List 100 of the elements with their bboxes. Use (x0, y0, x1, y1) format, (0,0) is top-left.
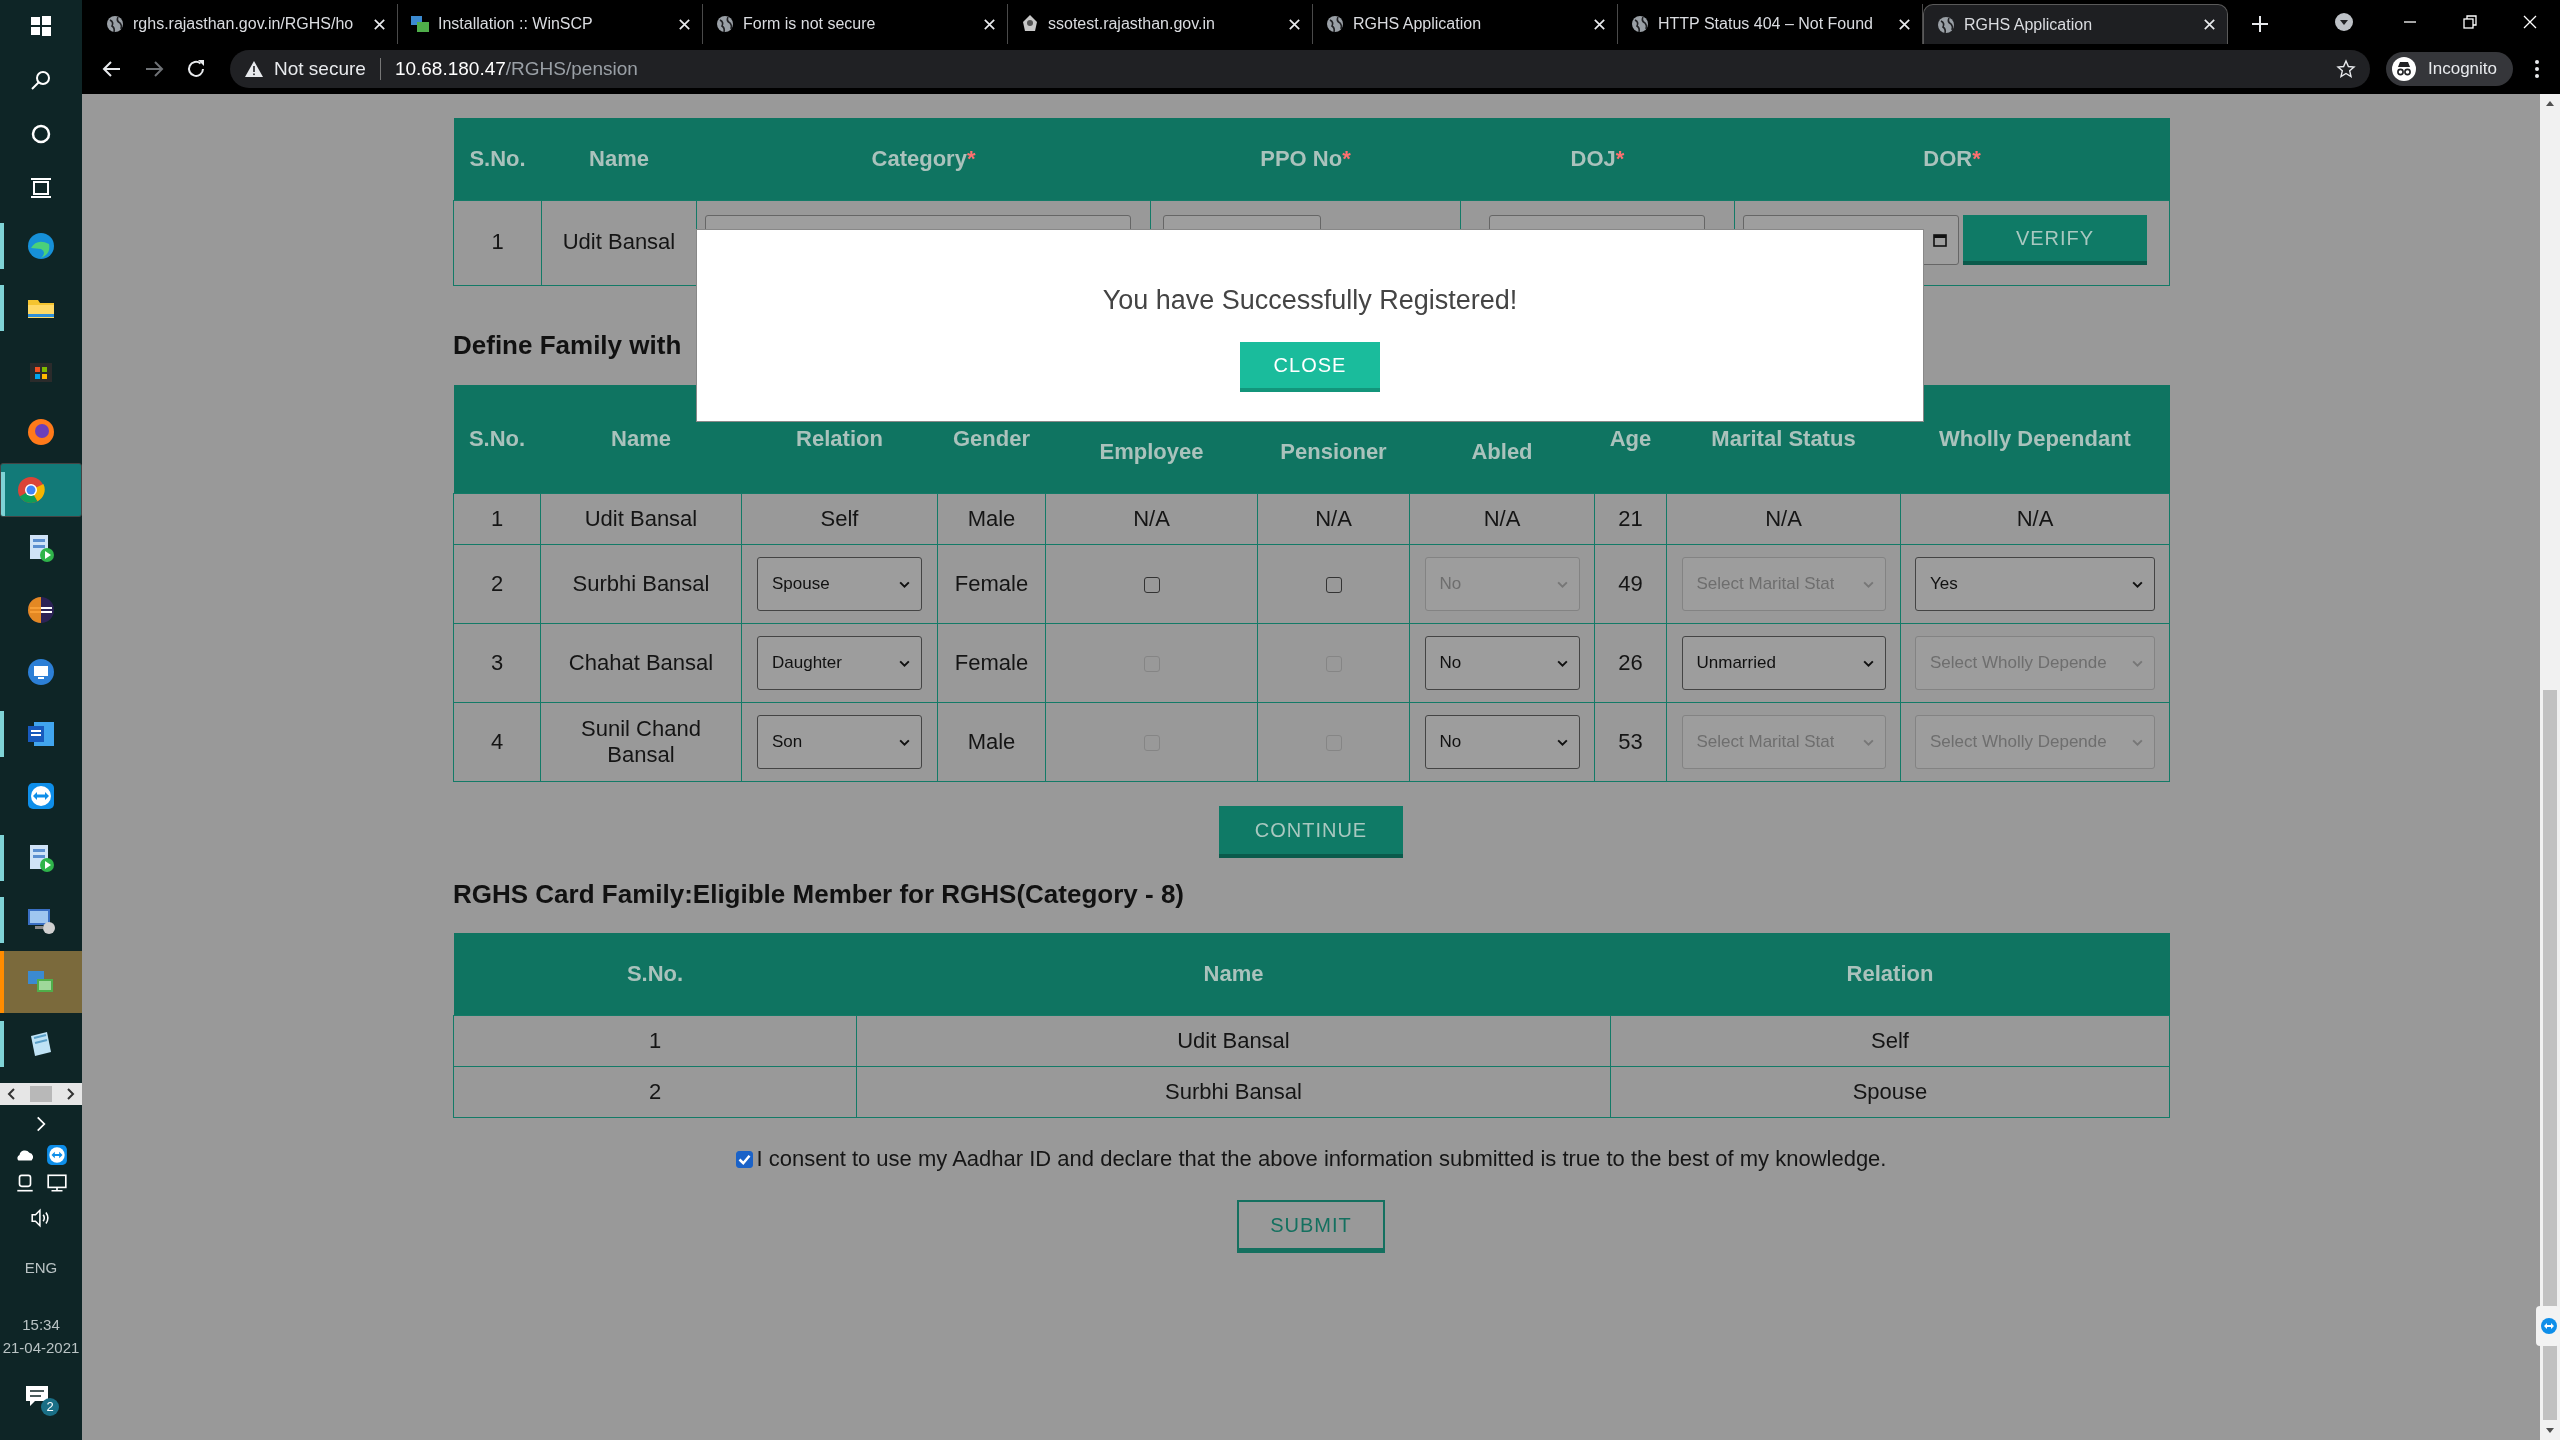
close-icon[interactable] (372, 16, 387, 32)
column-header: Wholly Dependant (1939, 426, 2131, 451)
table-cell: Male (937, 493, 1046, 545)
scrollbar-drawing[interactable] (0, 1083, 82, 1105)
table-cell: Surbhi Bansal (540, 544, 742, 624)
star-icon[interactable] (2336, 59, 2356, 79)
table-cell: 4 (453, 702, 541, 782)
column-header: Gender (953, 426, 1030, 451)
table-cell: Chahat Bansal (540, 623, 742, 703)
dropdown[interactable]: Spouse (757, 557, 922, 611)
column-header: Pensioner (1280, 438, 1387, 465)
search-icon[interactable] (29, 68, 53, 92)
checkbox[interactable] (1325, 577, 1342, 594)
column-header: DOR* (1734, 118, 2170, 201)
column-header: Name (541, 118, 697, 201)
calendar-icon (1932, 232, 1948, 248)
clock-date[interactable]: 21-04-2021 (2, 1339, 80, 1356)
close-icon[interactable] (677, 16, 692, 32)
profile-button[interactable]: Incognito (2386, 52, 2513, 86)
table-cell: 3 (453, 623, 541, 703)
browser-tab[interactable]: RGHS Application (1923, 4, 2228, 44)
dropdown[interactable]: Unmarried (1681, 636, 1886, 690)
table-cell: 21 (1594, 493, 1667, 545)
dropdown[interactable]: Yes (1915, 557, 2155, 611)
table-cell: Self (741, 493, 938, 545)
dropdown[interactable]: Son (757, 715, 922, 769)
column-header: DOJ* (1460, 118, 1735, 201)
globe-icon (105, 14, 125, 34)
table-cell: 49 (1594, 544, 1667, 624)
scrollbar[interactable] (2540, 94, 2560, 1440)
column-header: Relation (1610, 933, 2170, 1016)
table-cell: Udit Bansal (856, 1015, 1611, 1067)
table-cell: 26 (1594, 623, 1667, 703)
column-header: Age (1609, 426, 1652, 451)
consent-text: I consent to use my Aadhar ID and declare that the above information submitted is true to the best of my knowledge. (756, 1146, 1887, 1172)
browser-icon (25, 230, 57, 262)
table-cell: Female (937, 623, 1046, 703)
close-icon[interactable] (1287, 16, 1302, 32)
url-text: 10.68.180.47/RGHS/pension (394, 58, 638, 80)
task-view-icon[interactable] (29, 176, 53, 200)
table-cell: Female (937, 544, 1046, 624)
column-header: S.No. (453, 933, 857, 1016)
table-cell: N/A (1045, 493, 1258, 545)
table-cell: 1 (453, 200, 542, 286)
column-header: Relation (796, 426, 883, 451)
table-cell: N/A (1257, 493, 1410, 545)
security-label[interactable]: Not secure (274, 58, 366, 80)
clock-time[interactable]: 15:34 (22, 1316, 60, 1333)
checkbox[interactable] (1143, 577, 1160, 594)
dialog-message: You have Successfully Registered! (1102, 284, 1518, 316)
fox-browser-icon (25, 416, 57, 448)
column-header: S.No. (468, 426, 526, 451)
column-header: PPO No* (1150, 118, 1461, 201)
checkbox[interactable] (735, 1150, 753, 1168)
table-cell: 1 (453, 493, 541, 545)
menu-icon[interactable] (2533, 57, 2541, 81)
volume-icon[interactable] (30, 1207, 52, 1229)
section-heading: RGHS Card Family:Eligible Member for RGHS(Category - 8) (453, 878, 1185, 911)
section-heading: Define Family with (453, 329, 683, 362)
dropdown-icon[interactable] (2334, 12, 2354, 32)
globe-icon (1325, 14, 1345, 34)
restore-icon[interactable] (2460, 12, 2480, 32)
device-icon[interactable] (14, 1172, 36, 1194)
column-header: Name (856, 933, 1611, 1016)
address-bar[interactable]: Not secure 10.68.180.47/RGHS/pension (230, 50, 2370, 88)
close-icon[interactable] (982, 16, 997, 32)
table-cell: Udit Bansal (540, 493, 742, 545)
table-cell: N/A (1666, 493, 1901, 545)
dropdown[interactable]: No (1424, 636, 1580, 690)
round-browser-icon (15, 474, 47, 506)
table-cell: Surbhi Bansal (856, 1066, 1611, 1118)
column-header: Abled (1471, 438, 1533, 465)
notification-badge: 2 (41, 1398, 59, 1416)
double-arrow-icon[interactable] (46, 1144, 68, 1166)
column-header: Category* (696, 118, 1151, 201)
close-icon[interactable] (1592, 16, 1607, 32)
globe-icon (1936, 14, 1956, 35)
circle-icon[interactable] (29, 122, 53, 146)
plus-icon[interactable] (2250, 14, 2270, 34)
monitor-circle-icon (25, 656, 57, 688)
column-header: S.No. (453, 118, 542, 201)
dropdown[interactable]: No (1424, 715, 1580, 769)
table-cell: 2 (453, 544, 541, 624)
language-indicator[interactable]: ENG (24, 1259, 58, 1276)
column-header: Marital Status (1711, 426, 1856, 451)
hat-glasses-icon (2392, 57, 2416, 81)
scroll-thumb[interactable] (2543, 690, 2557, 1420)
close-icon[interactable] (1897, 16, 1912, 32)
dropdown[interactable]: Daughter (757, 636, 922, 690)
start-icon[interactable] (29, 14, 53, 38)
close-icon[interactable] (2202, 17, 2217, 32)
globe-icon (715, 14, 735, 34)
emblem-icon (1020, 14, 1040, 34)
column-header: Employee (1099, 438, 1204, 465)
network-icon[interactable] (46, 1172, 68, 1194)
table-cell: Male (937, 702, 1046, 782)
table-cell: Spouse (1610, 1066, 2170, 1118)
warning-icon (244, 59, 264, 79)
side-tab-icon[interactable] (2536, 1306, 2560, 1346)
table-cell: 1 (453, 1015, 857, 1067)
